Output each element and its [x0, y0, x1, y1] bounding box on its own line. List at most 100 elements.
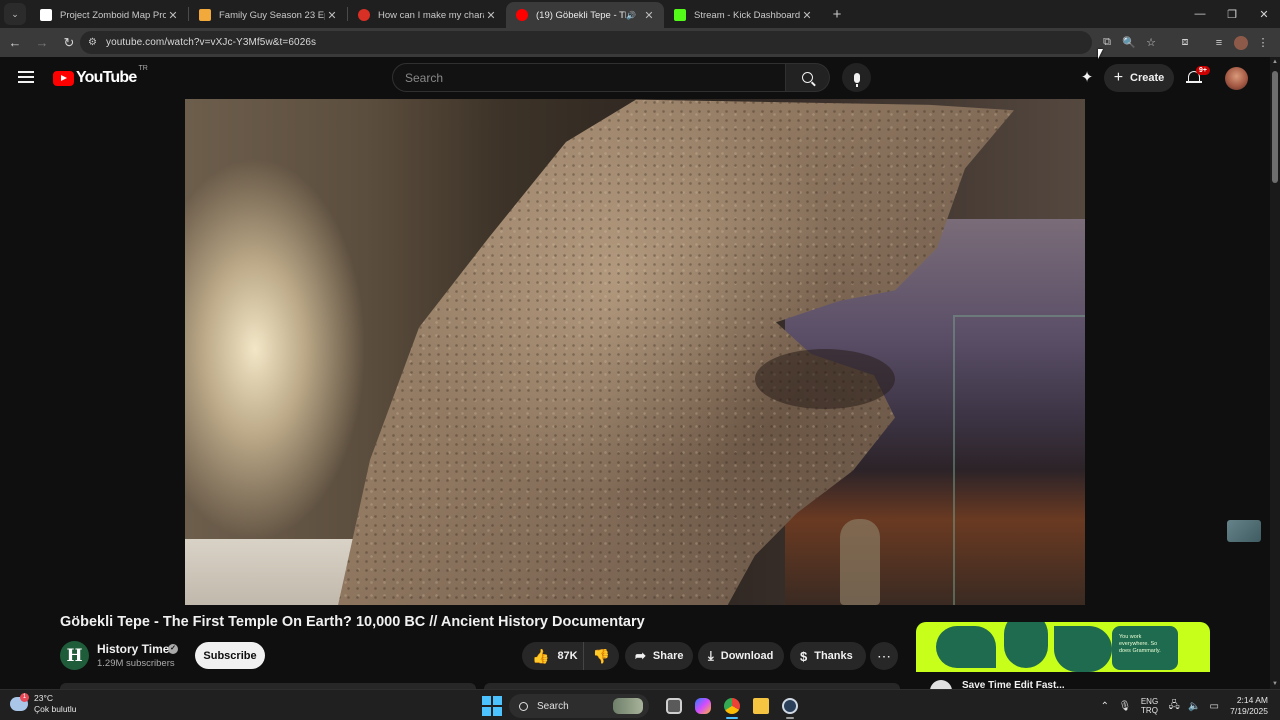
- task-view-icon[interactable]: [660, 693, 688, 719]
- taskbar-apps: Search: [481, 693, 804, 719]
- weather-temperature: 23°C: [34, 693, 53, 703]
- forward-arrow-icon[interactable]: →: [30, 31, 54, 55]
- tab-title: Family Guy Season 23 Episode: [219, 9, 325, 21]
- volume-icon[interactable]: 🔈: [1184, 701, 1204, 712]
- weather-widget[interactable]: 1 23°C Çok bulutlu: [10, 693, 77, 715]
- sparkle-icon[interactable]: ✦: [1078, 69, 1096, 87]
- page-scrollbar[interactable]: ▲ ▼: [1270, 57, 1280, 689]
- language-primary: ENG: [1140, 697, 1159, 706]
- ad-shape: [1054, 626, 1112, 672]
- video-player[interactable]: [185, 99, 1085, 605]
- country-code: TR: [138, 65, 148, 72]
- bookmark-star-icon[interactable]: ☆: [1140, 32, 1162, 54]
- network-icon[interactable]: 🖧: [1164, 698, 1184, 715]
- back-arrow-icon[interactable]: ←: [3, 31, 27, 55]
- ad-shape: [936, 626, 996, 668]
- minimize-icon[interactable]: —: [1184, 0, 1216, 28]
- copilot-icon[interactable]: [689, 693, 717, 719]
- scroll-down-arrow-icon[interactable]: ▼: [1270, 679, 1280, 689]
- new-tab-plus-icon[interactable]: +: [826, 3, 848, 25]
- taskbar-search-box[interactable]: Search: [509, 694, 649, 718]
- tab-title: (19) Göbekli Tepe - The Firs: [536, 9, 626, 21]
- media-controls-icon[interactable]: ≡: [1208, 32, 1230, 54]
- sponsored-ad-card[interactable]: You work everywhere. So does Grammarly. …: [916, 622, 1210, 689]
- windows-start-icon[interactable]: [481, 695, 503, 717]
- microphone-tray-icon[interactable]: 🎙: [1115, 701, 1135, 712]
- tab-title: Project Zomboid Map Project: [60, 9, 166, 21]
- zoom-icon[interactable]: 🔍: [1118, 32, 1140, 54]
- search-icon: [802, 72, 813, 83]
- subscribe-button[interactable]: Subscribe: [195, 642, 265, 669]
- like-button[interactable]: 👍 87K: [522, 642, 584, 670]
- youtube-play-icon: [53, 70, 74, 86]
- microphone-icon: [853, 72, 860, 87]
- tab-family-guy[interactable]: Family Guy Season 23 Episode ✕: [189, 2, 347, 28]
- profile-avatar[interactable]: [1234, 35, 1248, 50]
- hamburger-menu-icon[interactable]: [18, 71, 34, 83]
- cloud-icon: 1: [10, 693, 29, 711]
- thanks-label: Thanks: [814, 650, 853, 662]
- toolbar-actions: ⧉ 🔍 ☆ ⧈ ≡ ⋮: [1096, 31, 1274, 54]
- system-tray: ⌃ 🎙 ENG TRQ 🖧 🔈 ▭ 2:14 AM 7/19/2025: [1095, 693, 1272, 719]
- file-explorer-icon[interactable]: [747, 693, 775, 719]
- channel-avatar[interactable]: H: [60, 641, 89, 670]
- download-icon: ⤓: [708, 648, 714, 663]
- display-case-frame: [953, 315, 1085, 605]
- account-avatar[interactable]: [1225, 67, 1248, 90]
- reload-icon[interactable]: ↻: [57, 31, 81, 55]
- language-indicator[interactable]: ENG TRQ: [1141, 697, 1158, 715]
- show-hidden-icons-chevron-icon[interactable]: ⌃: [1095, 701, 1115, 712]
- speaker-icon[interactable]: 🔊: [626, 11, 638, 20]
- steam-icon[interactable]: [776, 693, 804, 719]
- channel-watermark[interactable]: [1227, 520, 1261, 542]
- channel-name[interactable]: History Time: [97, 642, 169, 656]
- thanks-button[interactable]: $ Thanks: [790, 642, 866, 670]
- youtube-logo[interactable]: YouTube TR: [53, 65, 148, 87]
- download-button[interactable]: ⤓ Download: [698, 642, 784, 670]
- browser-toolbar: ← → ↻ ⚙ youtube.com/watch?v=vXJc-Y3Mf5w&…: [0, 28, 1280, 57]
- tab-project-zomboid[interactable]: Project Zomboid Map Project ✕: [30, 2, 188, 28]
- thumbs-up-icon: 👍: [532, 647, 550, 664]
- tab-reddit[interactable]: How can I make my character c ✕: [348, 2, 506, 28]
- tab-search-chevron-icon[interactable]: ⌄: [4, 3, 26, 25]
- page-favicon-icon: [40, 9, 52, 21]
- chrome-icon[interactable]: [718, 693, 746, 719]
- reddit-favicon-icon: [358, 9, 370, 21]
- address-bar[interactable]: ⚙ youtube.com/watch?v=vXJc-Y3Mf5w&t=6026…: [80, 31, 1092, 54]
- close-icon[interactable]: ✕: [325, 9, 339, 22]
- search-button[interactable]: [786, 63, 830, 92]
- tab-youtube-gobekli[interactable]: (19) Göbekli Tepe - The Firs 🔊 ✕: [506, 2, 664, 28]
- ad-strip-text: Save Time Edit Fast...: [962, 680, 1065, 689]
- close-icon[interactable]: ✕: [166, 9, 180, 22]
- close-icon[interactable]: ✕: [484, 9, 498, 22]
- tab-kick-dashboard[interactable]: Stream - Kick Dashboard ✕: [664, 2, 822, 28]
- like-dislike-group: 👍 87K 👎: [522, 642, 619, 670]
- scroll-thumb[interactable]: [1272, 71, 1278, 183]
- search-input[interactable]: Search: [392, 63, 786, 92]
- browser-tab-strip: ⌄ Project Zomboid Map Project ✕ Family G…: [0, 0, 1280, 28]
- small-statue: [840, 519, 880, 605]
- voice-search-button[interactable]: [842, 63, 871, 92]
- site-info-icon[interactable]: ⚙: [88, 37, 100, 48]
- close-icon[interactable]: ✕: [800, 9, 814, 22]
- plus-icon: +: [1113, 69, 1124, 86]
- youtube-header: YouTube TR Search ✦ + Create 9+: [0, 57, 1270, 99]
- system-clock[interactable]: 2:14 AM 7/19/2025: [1230, 695, 1268, 717]
- search-placeholder: Search: [405, 70, 444, 85]
- weather-description: Çok bulutlu: [34, 704, 77, 714]
- menu-kebab-icon[interactable]: ⋮: [1252, 32, 1274, 54]
- restore-icon[interactable]: ❐: [1216, 0, 1248, 28]
- url-text[interactable]: youtube.com/watch?v=vXJc-Y3Mf5w&t=6026s: [106, 37, 316, 48]
- more-actions-icon[interactable]: ⋯: [870, 642, 898, 670]
- extensions-icon[interactable]: ⧈: [1174, 32, 1196, 54]
- subscriber-count: 1.29M subscribers: [97, 658, 175, 669]
- battery-icon[interactable]: ▭: [1204, 701, 1224, 712]
- share-button[interactable]: ➦ Share: [625, 642, 693, 670]
- tab-title: Stream - Kick Dashboard: [694, 9, 800, 21]
- create-button[interactable]: + Create: [1104, 64, 1174, 92]
- close-icon[interactable]: ✕: [642, 9, 656, 22]
- dislike-button[interactable]: 👎: [584, 648, 619, 665]
- download-label: Download: [720, 650, 774, 662]
- close-window-icon[interactable]: ✕: [1248, 0, 1280, 28]
- scroll-up-arrow-icon[interactable]: ▲: [1270, 57, 1280, 67]
